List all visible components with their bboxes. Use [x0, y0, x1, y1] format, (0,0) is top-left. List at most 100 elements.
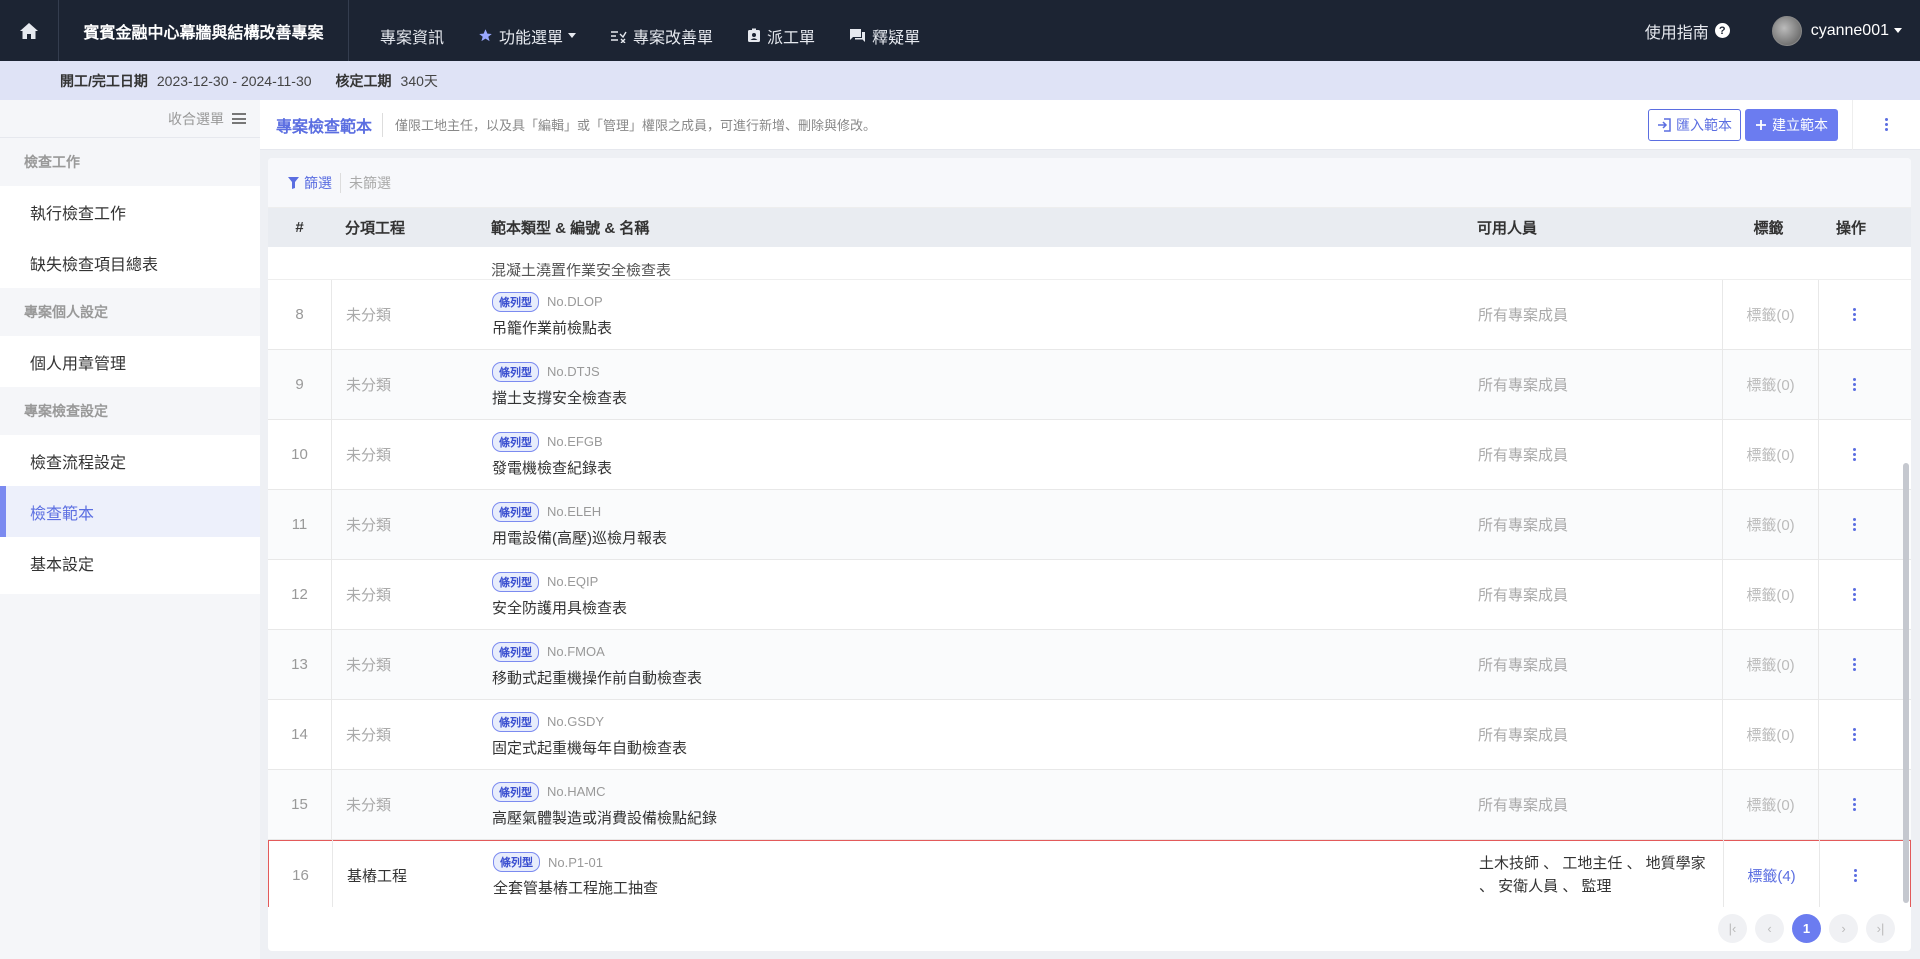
row-actions[interactable]	[1819, 798, 1889, 811]
user-menu[interactable]: cyanne001	[1771, 15, 1902, 46]
more-vertical-icon	[1885, 118, 1888, 131]
table-row[interactable]: 10 未分類 條列型 No.EFGB 發電機檢查紀錄表 所有專案成員 標籤(0)	[268, 419, 1911, 490]
template-name: 混凝土澆置作業安全檢查表	[491, 263, 672, 279]
row-tags-link[interactable]: 標籤(0)	[1723, 374, 1818, 395]
nav-clarification[interactable]: 釋疑單	[832, 0, 937, 61]
row-category: 未分類	[346, 517, 392, 534]
row-template[interactable]: 條列型 No.FMOA 移動式起重機操作前自動檢查表	[492, 641, 1478, 688]
template-name: 發電機檢查紀錄表	[492, 459, 613, 477]
nav-label: 釋疑單	[872, 29, 921, 47]
next-page-button[interactable]: ›	[1829, 914, 1858, 943]
first-page-button[interactable]: |‹	[1718, 914, 1747, 943]
avatar	[1771, 15, 1802, 46]
create-template-button[interactable]: 建立範本	[1745, 108, 1838, 141]
row-tags-link[interactable]: 標籤(0)	[1723, 584, 1818, 605]
nav-project-info[interactable]: 專案資訊	[363, 0, 461, 61]
row-actions[interactable]	[1819, 448, 1889, 461]
row-actions[interactable]	[1819, 518, 1889, 531]
table-row[interactable]: 11 未分類 條列型 No.ELEH 用電設備(高壓)巡檢月報表 所有專案成員 標籤(0)	[268, 489, 1911, 560]
table-row[interactable]: 15 未分類 條列型 No.HAMC 高壓氣體製造或消費設備檢點紀錄 所有專案成員 標籤(0…	[268, 769, 1911, 840]
row-actions[interactable]	[1819, 588, 1889, 601]
row-template[interactable]: 條列型 No.P1-01 全套管基樁工程施工抽查	[493, 852, 1479, 898]
row-tags-link[interactable]: 標籤(0)	[1723, 654, 1818, 675]
template-meta: 條列型 No.FMOA	[492, 641, 1478, 662]
row-template[interactable]: 條列型 No.EQIP 安全防護用具檢查表	[492, 571, 1478, 618]
table-row[interactable]: 12 未分類 條列型 No.EQIP 安全防護用具檢查表 所有專案成員 標籤(0)	[268, 559, 1911, 630]
sidebar-item-flow-settings[interactable]: 檢查流程設定	[0, 435, 260, 486]
row-template[interactable]: 條列型 No.DLOP 吊籠作業前檢點表	[492, 291, 1478, 338]
badge-icon	[748, 28, 761, 42]
star-icon	[479, 29, 492, 42]
main-nav: 專案資訊 功能選單 專案改善單 派工單 釋疑單	[349, 0, 937, 61]
row-index: 10	[291, 446, 308, 463]
template-name: 移動式起重機操作前自動檢查表	[492, 669, 703, 687]
pagination: |‹ ‹ 1 › ›|	[1718, 914, 1895, 943]
import-template-button[interactable]: 匯入範本	[1648, 108, 1741, 141]
row-index: 14	[291, 726, 308, 743]
table-row[interactable]: 8 未分類 條列型 No.DLOP 吊籠作業前檢點表 所有專案成員 標籤(0)	[268, 279, 1911, 350]
sidebar-item-templates[interactable]: 檢查範本	[0, 486, 260, 537]
row-tags-link[interactable]: 標籤(0)	[1723, 794, 1818, 815]
row-index: 9	[295, 376, 304, 393]
sidebar-item-defect-summary[interactable]: 缺失檢查項目總表	[0, 237, 260, 288]
template-type-badge: 條列型	[492, 641, 539, 662]
filter-button[interactable]: 篩選	[288, 172, 341, 193]
home-button[interactable]	[0, 0, 59, 61]
top-navbar: 賓賓金融中心幕牆與結構改善專案 專案資訊 功能選單 專案改善單 派工單 釋疑單 …	[0, 0, 1920, 61]
prev-page-button[interactable]: ‹	[1755, 914, 1784, 943]
nav-dispatch[interactable]: 派工單	[730, 0, 832, 61]
sidebar-item-basic-settings[interactable]: 基本設定	[0, 537, 260, 588]
row-template[interactable]: 條列型 No.HAMC 高壓氣體製造或消費設備檢點紀錄	[492, 781, 1478, 828]
row-tags-link[interactable]: 標籤(0)	[1723, 444, 1818, 465]
template-name: 吊籠作業前檢點表	[492, 319, 613, 337]
table-body: 混凝土澆置作業安全檢查表 8 未分類 條列型 No.DLOP 吊籠作業前檢點表 所有專案成…	[268, 247, 1911, 907]
row-actions[interactable]	[1819, 378, 1889, 391]
page-number-button[interactable]: 1	[1792, 914, 1821, 943]
table-row[interactable]: 13 未分類 條列型 No.FMOA 移動式起重機操作前自動檢查表 所有專案成員 標籤(0)	[268, 629, 1911, 700]
table-row[interactable]: 16 基樁工程 條列型 No.P1-01 全套管基樁工程施工抽查 土木技師 、 工地主任 …	[268, 840, 1911, 907]
project-title[interactable]: 賓賓金融中心幕牆與結構改善專案	[59, 0, 349, 61]
collapse-menu-button[interactable]: 收合選單	[0, 100, 260, 138]
nav-function-menu[interactable]: 功能選單	[461, 0, 593, 61]
row-template[interactable]: 條列型 No.EFGB 發電機檢查紀錄表	[492, 431, 1478, 478]
row-actions[interactable]	[1820, 868, 1890, 882]
date-label: 開工/完工日期	[60, 72, 148, 89]
filter-label: 篩選	[304, 174, 332, 191]
import-icon	[1658, 117, 1671, 132]
scrollbar-thumb[interactable]	[1903, 463, 1909, 903]
template-code: No.GSDY	[547, 714, 605, 729]
page-description: 僅限工地主任，以及具「編輯」或「管理」權限之成員，可進行新增、刪除與修改。	[395, 118, 877, 133]
sidebar-item-personal-seal[interactable]: 個人用章管理	[0, 336, 260, 387]
table-scrollbar[interactable]	[1903, 247, 1909, 907]
table-row[interactable]: 9 未分類 條列型 No.DTJS 擋土支撐安全檢查表 所有專案成員 標籤(0)	[268, 349, 1911, 420]
template-meta: 條列型 No.EFGB	[492, 431, 1478, 452]
date-value: 2023-12-30 - 2024-11-30	[156, 72, 312, 89]
sidebar: 收合選單 檢查工作 執行檢查工作 缺失檢查項目總表 專案個人設定 個人用章管理 …	[0, 100, 260, 959]
row-actions[interactable]	[1819, 308, 1889, 321]
page-more-button[interactable]	[1852, 99, 1920, 150]
row-category: 未分類	[346, 447, 392, 464]
row-users: 所有專案成員	[1478, 517, 1569, 534]
template-type-badge: 條列型	[492, 781, 539, 802]
row-actions[interactable]	[1819, 728, 1889, 741]
guide-link[interactable]: 使用指南 ?	[1645, 19, 1730, 43]
nav-label: 專案改善單	[633, 29, 714, 47]
username: cyanne001	[1810, 21, 1889, 39]
row-template[interactable]: 條列型 No.GSDY 固定式起重機每年自動檢查表	[492, 711, 1478, 758]
list-check-icon	[611, 30, 627, 43]
row-tags-link[interactable]: 標籤(4)	[1724, 865, 1819, 886]
template-name: 擋土支撐安全檢查表	[492, 389, 628, 407]
nav-improvement[interactable]: 專案改善單	[593, 0, 730, 61]
row-template[interactable]: 條列型 No.ELEH 用電設備(高壓)巡檢月報表	[492, 501, 1478, 548]
template-code: No.P1-01	[548, 854, 603, 870]
sidebar-item-execute-inspection[interactable]: 執行檢查工作	[0, 186, 260, 237]
row-tags-link[interactable]: 標籤(0)	[1723, 514, 1818, 535]
row-tags-link[interactable]: 標籤(0)	[1723, 304, 1818, 325]
row-index: 16	[292, 866, 309, 884]
row-tags-link[interactable]: 標籤(0)	[1723, 724, 1818, 745]
row-actions[interactable]	[1819, 658, 1889, 671]
row-template[interactable]: 條列型 No.DTJS 擋土支撐安全檢查表	[492, 361, 1478, 408]
table-row[interactable]: 14 未分類 條列型 No.GSDY 固定式起重機每年自動檢查表 所有專案成員 標籤(0)	[268, 699, 1911, 770]
last-page-button[interactable]: ›|	[1866, 914, 1895, 943]
duration-value: 340天	[400, 72, 438, 89]
